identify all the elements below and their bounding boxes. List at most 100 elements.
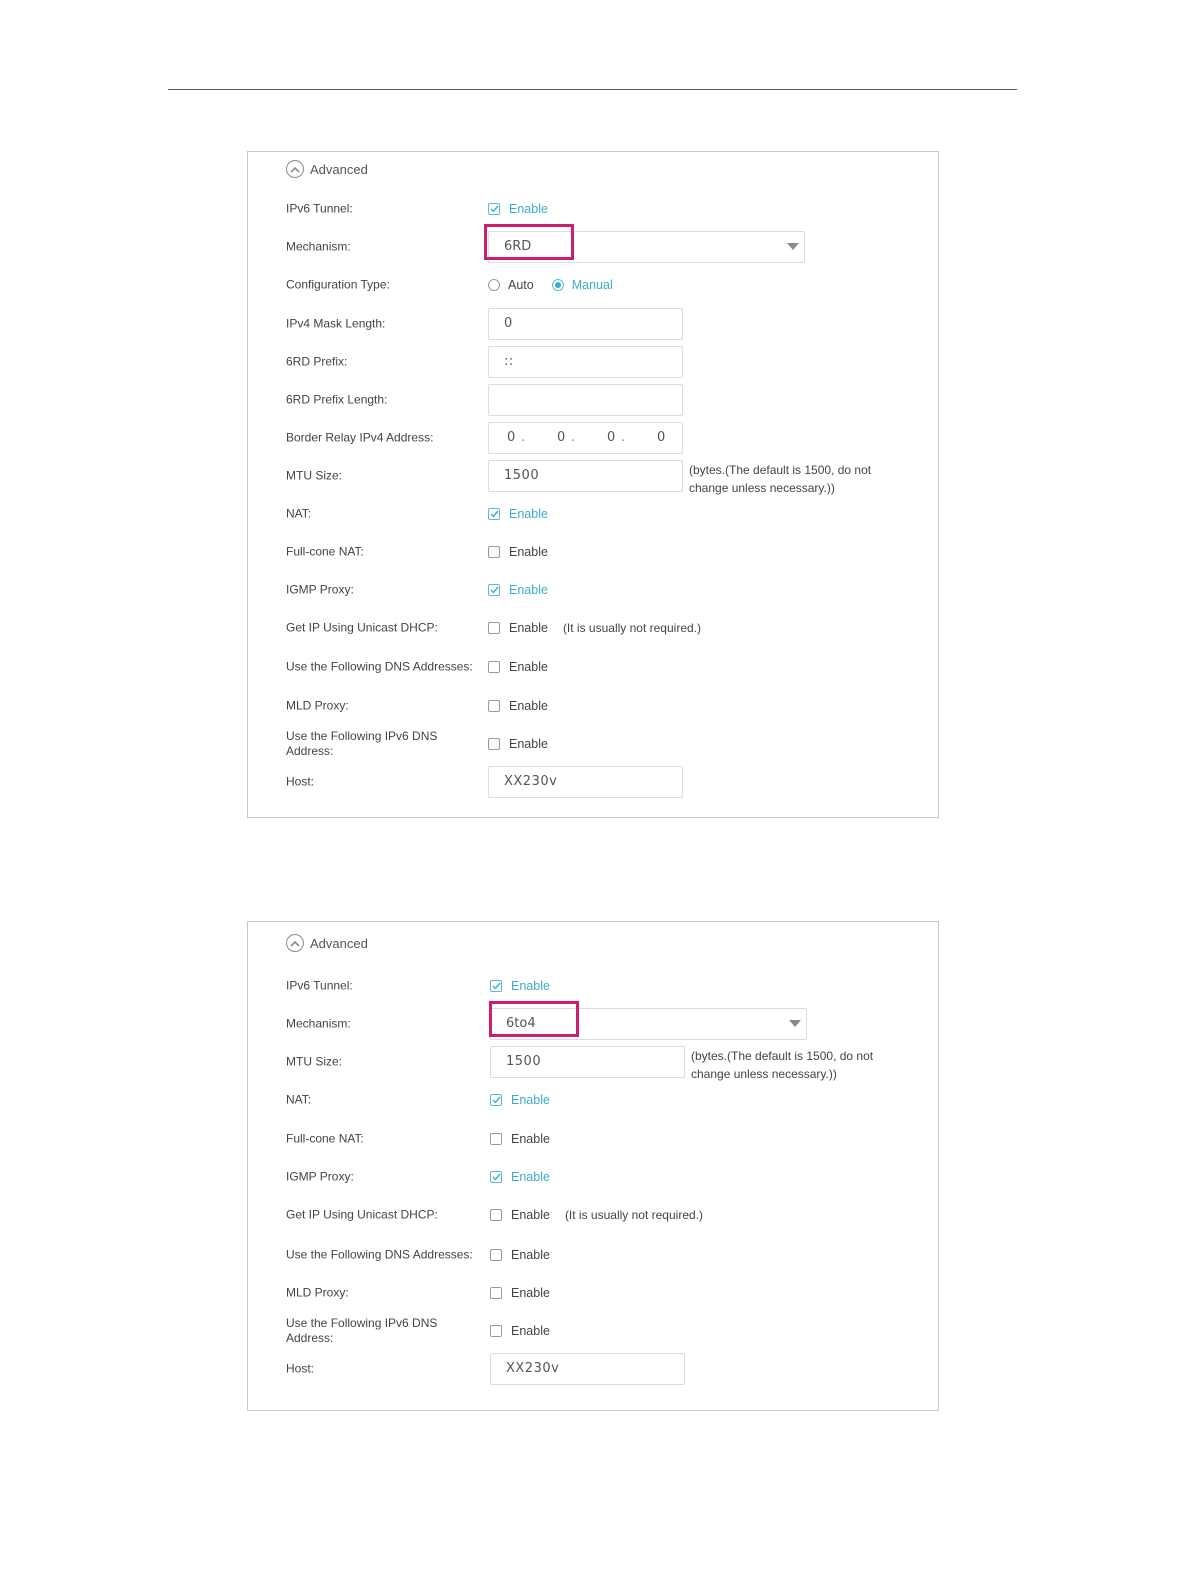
mechanism-label: Mechanism: (286, 1016, 351, 1031)
checkbox-icon[interactable] (490, 1287, 502, 1299)
fullcone-label: Full-cone NAT: (286, 544, 364, 559)
mechanism-value: 6to4 (506, 1016, 536, 1031)
unicast-label: Get IP Using Unicast DHCP: (286, 1207, 438, 1222)
border-relay-row: Border Relay IPv4 Address: 0. 0. 0. 0 (248, 421, 938, 455)
mld-option: Enable (511, 1286, 550, 1300)
ip-octet-2[interactable]: 0 (557, 423, 571, 453)
prefix-row: 6RD Prefix: :: (248, 345, 938, 379)
ipv6dns-checkbox[interactable]: Enable (488, 737, 548, 751)
border-relay-ip-input[interactable]: 0. 0. 0. 0 (488, 422, 683, 454)
mechanism-select[interactable]: 6to4 (490, 1008, 807, 1040)
config-type-auto-radio[interactable]: Auto (488, 278, 534, 292)
ipv6dns-row: Use the Following IPv6 DNS Address: Enab… (248, 727, 938, 761)
host-label: Host: (286, 1361, 315, 1376)
ipv6-tunnel-checkbox[interactable]: Enable (490, 979, 550, 993)
ipv6dns-checkbox[interactable]: Enable (490, 1324, 550, 1338)
prefix-length-label: 6RD Prefix Length: (286, 392, 388, 407)
fullcone-row: Full-cone NAT: Enable (248, 1122, 938, 1156)
mld-row: MLD Proxy: Enable (248, 689, 938, 723)
unicast-row: Get IP Using Unicast DHCP: Enable (It is… (248, 1198, 938, 1232)
ipv6-tunnel-checkbox[interactable]: Enable (488, 202, 548, 216)
unicast-note: (It is usually not required.) (564, 1208, 703, 1222)
host-row: Host: XX230v (248, 765, 938, 799)
ip-octet-3[interactable]: 0 (607, 423, 621, 453)
nat-checkbox[interactable]: Enable (490, 1093, 550, 1107)
checkbox-checked-icon[interactable] (490, 1094, 502, 1106)
ipv6-tunnel-option: Enable (509, 202, 548, 216)
checkbox-icon[interactable] (488, 622, 500, 634)
nat-checkbox[interactable]: Enable (488, 507, 548, 521)
checkbox-icon[interactable] (490, 1133, 502, 1145)
host-input[interactable]: XX230v (490, 1353, 685, 1385)
dns-label: Use the Following DNS Addresses: (286, 659, 473, 674)
host-row: Host: XX230v (248, 1352, 938, 1386)
mld-checkbox[interactable]: Enable (488, 699, 548, 713)
fullcone-checkbox[interactable]: Enable (490, 1132, 550, 1146)
ipv6-tunnel-label: IPv6 Tunnel: (286, 201, 353, 216)
checkbox-icon[interactable] (488, 700, 500, 712)
mld-label: MLD Proxy: (286, 698, 349, 713)
ip-octet-1[interactable]: 0 (507, 423, 521, 453)
radio-icon[interactable] (488, 279, 500, 291)
unicast-note: (It is usually not required.) (562, 621, 701, 635)
prefix-length-input[interactable] (488, 384, 683, 416)
unicast-label: Get IP Using Unicast DHCP: (286, 620, 438, 635)
ipv6dns-label: Use the Following IPv6 DNS Address: (286, 1316, 438, 1345)
mechanism-label: Mechanism: (286, 239, 351, 254)
checkbox-icon[interactable] (490, 1249, 502, 1261)
checkbox-icon[interactable] (488, 738, 500, 750)
border-relay-label: Border Relay IPv4 Address: (286, 430, 434, 445)
mtu-row: MTU Size: 1500 (bytes.(The default is 15… (248, 459, 938, 495)
dns-row: Use the Following DNS Addresses: Enable (248, 1238, 938, 1272)
advanced-toggle[interactable]: Advanced (286, 158, 368, 180)
radio-selected-icon[interactable] (551, 279, 564, 291)
ip-dot: . (521, 430, 526, 445)
unicast-row: Get IP Using Unicast DHCP: Enable (It is… (248, 611, 938, 645)
checkbox-checked-icon[interactable] (488, 508, 500, 520)
checkbox-checked-icon[interactable] (488, 584, 500, 596)
advanced-label: Advanced (310, 935, 368, 951)
advanced-toggle[interactable]: Advanced (286, 932, 368, 954)
config-type-manual-radio[interactable]: Manual (551, 278, 613, 292)
checkbox-icon[interactable] (488, 661, 500, 673)
checkbox-checked-icon[interactable] (490, 1171, 502, 1183)
advanced-panel-6rd: Advanced IPv6 Tunnel: Enable Mechanism: … (247, 151, 939, 818)
host-label: Host: (286, 774, 315, 789)
auto-label: Auto (508, 278, 534, 292)
ipv4-mask-input[interactable]: 0 (488, 308, 683, 340)
fullcone-option: Enable (511, 1132, 550, 1146)
mechanism-select[interactable]: 6RD (488, 231, 805, 263)
manual-label: Manual (571, 278, 613, 292)
ip-dot: . (621, 430, 626, 445)
mld-checkbox[interactable]: Enable (490, 1286, 550, 1300)
prefix-input[interactable]: :: (488, 346, 683, 378)
mtu-input[interactable]: 1500 (490, 1046, 685, 1078)
ipv6-tunnel-label: IPv6 Tunnel: (286, 978, 353, 993)
dns-label: Use the Following DNS Addresses: (286, 1247, 473, 1262)
mtu-label: MTU Size: (286, 468, 343, 483)
checkbox-checked-icon[interactable] (488, 203, 500, 215)
unicast-checkbox[interactable]: Enable (It is usually not required.) (488, 621, 701, 635)
igmp-checkbox[interactable]: Enable (490, 1170, 550, 1184)
mld-label: MLD Proxy: (286, 1285, 349, 1300)
ip-dot: . (571, 430, 576, 445)
ip-octet-4[interactable]: 0 (657, 423, 671, 453)
dns-row: Use the Following DNS Addresses: Enable (248, 650, 938, 684)
host-input[interactable]: XX230v (488, 766, 683, 798)
mtu-row: MTU Size: 1500 (bytes.(The default is 15… (248, 1045, 938, 1081)
unicast-option: Enable (509, 621, 548, 635)
unicast-checkbox[interactable]: Enable (It is usually not required.) (490, 1208, 703, 1222)
checkbox-checked-icon[interactable] (490, 980, 502, 992)
fullcone-checkbox[interactable]: Enable (488, 545, 548, 559)
checkbox-icon[interactable] (490, 1325, 502, 1337)
dns-checkbox[interactable]: Enable (490, 1248, 550, 1262)
checkbox-icon[interactable] (488, 546, 500, 558)
igmp-checkbox[interactable]: Enable (488, 583, 548, 597)
mtu-help-text: (bytes.(The default is 1500, do not chan… (689, 463, 872, 495)
dns-checkbox[interactable]: Enable (488, 660, 548, 674)
ipv6dns-option: Enable (511, 1324, 550, 1338)
prefix-length-row: 6RD Prefix Length: (248, 383, 938, 417)
checkbox-icon[interactable] (490, 1209, 502, 1221)
mtu-input[interactable]: 1500 (488, 460, 683, 492)
dns-option: Enable (511, 1248, 550, 1262)
